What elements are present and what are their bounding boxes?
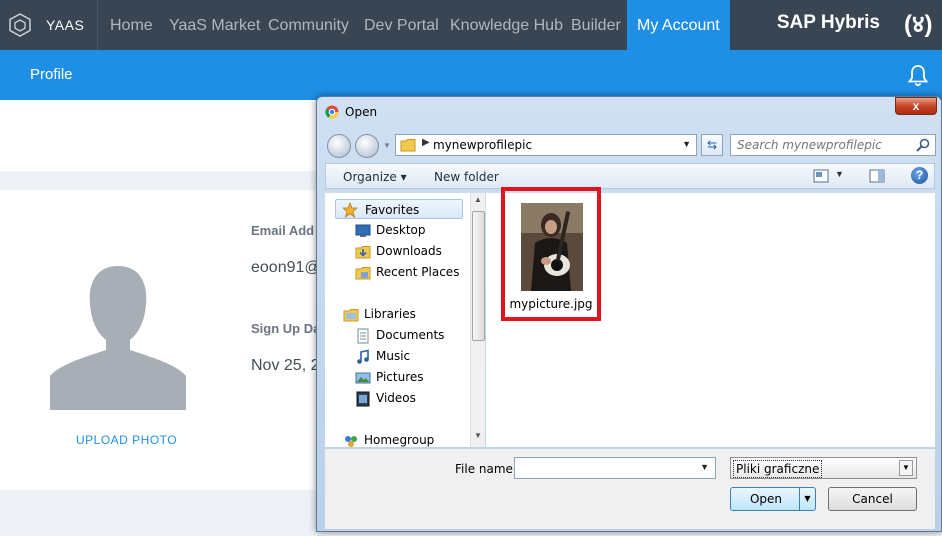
desktop-icon (355, 224, 371, 237)
tree-label: Desktop (376, 223, 426, 237)
brand-name: YAAS (46, 17, 85, 33)
dialog-title: Open (345, 105, 378, 119)
upload-photo-link[interactable]: UPLOAD PHOTO (76, 433, 177, 447)
email-value: eoon91@ (251, 259, 321, 276)
sap-hybris-brand: SAP Hybris (776, 12, 880, 33)
help-icon[interactable]: ? (911, 167, 928, 184)
file-type-select[interactable]: Pliki graficzne ▼ (730, 457, 917, 479)
tree-label: Music (376, 349, 411, 363)
tree-label: Favorites (365, 203, 420, 217)
star-icon (342, 202, 358, 218)
yaas-logo-icon (9, 13, 31, 37)
email-label: Email Add (251, 223, 315, 238)
navigation-pane: Favorites Desktop Downloads Recent Place… (325, 193, 485, 447)
nav-my-account[interactable]: My Account (627, 0, 730, 50)
address-bar[interactable]: ▶ mynewprofilepic ▼ (395, 134, 697, 156)
homegroup-icon (345, 436, 357, 447)
folder-icon (400, 139, 416, 152)
dialog-bottom-panel: File name: ▼ Pliki graficzne ▼ Open ▼ Ca… (325, 449, 935, 529)
tree-label: Pictures (376, 370, 424, 384)
file-type-value: Pliki graficzne (733, 460, 823, 478)
tree-label: Recent Places (376, 265, 460, 279)
tree-label: Downloads (376, 244, 442, 258)
bell-icon[interactable] (907, 64, 929, 88)
file-name-input[interactable]: ▼ (514, 457, 716, 479)
new-folder-button[interactable]: New folder (434, 170, 499, 184)
command-bar: Organize ▾ New folder ▼ ? (325, 163, 935, 189)
page-title: Profile (30, 66, 73, 83)
videos-icon (356, 391, 370, 407)
chrome-icon (325, 105, 339, 119)
scroll-up-icon[interactable]: ▲ (474, 195, 482, 204)
yaas-brand[interactable]: YAAS (0, 0, 98, 50)
open-split-dropdown-icon[interactable]: ▼ (799, 488, 815, 510)
change-view-icon[interactable] (813, 169, 829, 183)
signup-date-label: Sign Up Da (251, 321, 321, 336)
documents-icon (357, 328, 369, 344)
nav-dev-portal[interactable]: Dev Portal (364, 0, 439, 50)
nav-knowledge-hub[interactable]: Knowledge Hub (450, 0, 563, 50)
address-dropdown-icon[interactable]: ▼ (682, 139, 691, 149)
view-dropdown-icon[interactable]: ▼ (835, 169, 844, 179)
file-item[interactable]: mypicture.jpg (501, 187, 601, 321)
profile-subbar: Profile (0, 50, 942, 100)
open-file-dialog: Open x ▼ ▶ mynewprofilepic ▼ ⇆ Organize … (316, 96, 942, 532)
scroll-thumb[interactable] (472, 211, 485, 341)
refresh-button[interactable]: ⇆ (701, 134, 723, 156)
file-name-dropdown-icon[interactable]: ▼ (700, 462, 709, 472)
libraries-icon (343, 309, 359, 322)
forward-button[interactable] (355, 134, 379, 158)
file-type-dropdown-icon[interactable]: ▼ (899, 460, 913, 476)
tree-item-favorites[interactable]: Favorites (335, 199, 463, 219)
recent-places-icon (355, 267, 371, 280)
scroll-down-icon[interactable]: ▼ (474, 431, 482, 440)
address-path: mynewprofilepic (433, 138, 533, 152)
avatar-placeholder-icon (50, 266, 186, 410)
pictures-icon (355, 372, 371, 384)
search-input[interactable] (731, 135, 911, 155)
open-button-label: Open (749, 492, 783, 506)
tree-label: Homegroup (364, 433, 435, 447)
tree-label: Libraries (364, 307, 416, 321)
open-button[interactable]: Open ▼ (730, 487, 816, 511)
cancel-button[interactable]: Cancel (828, 487, 917, 511)
nav-home[interactable]: Home (110, 0, 153, 50)
history-dropdown-icon[interactable]: ▼ (383, 141, 391, 150)
tree-label: Documents (376, 328, 445, 342)
nav-builder[interactable]: Builder (571, 0, 621, 50)
file-name-label: File name: (455, 462, 517, 476)
organize-menu[interactable]: Organize ▾ (343, 170, 407, 184)
search-icon[interactable] (915, 137, 931, 153)
dialog-close-button[interactable]: x (895, 97, 937, 115)
sap-hybris-logo-icon: (४) (904, 11, 933, 38)
file-list-area: mypicture.jpg (486, 187, 935, 447)
nav-yaas-market[interactable]: YaaS Market (169, 0, 260, 50)
breadcrumb-separator-icon: ▶ (422, 137, 430, 148)
image-thumbnail (521, 203, 583, 291)
top-navbar: YAAS Home YaaS Market Community Dev Port… (0, 0, 942, 50)
preview-pane-icon[interactable] (869, 169, 885, 183)
signup-date-value: Nov 25, 2 (251, 357, 320, 374)
nav-community[interactable]: Community (268, 0, 349, 50)
search-box[interactable] (730, 134, 936, 156)
file-name: mypicture.jpg (509, 297, 593, 311)
tree-label: Videos (376, 391, 416, 405)
back-button[interactable] (327, 134, 351, 158)
music-icon (357, 349, 369, 364)
navigation-pane-scrollbar[interactable]: ▲ ▼ (470, 193, 485, 447)
downloads-icon (355, 246, 371, 259)
